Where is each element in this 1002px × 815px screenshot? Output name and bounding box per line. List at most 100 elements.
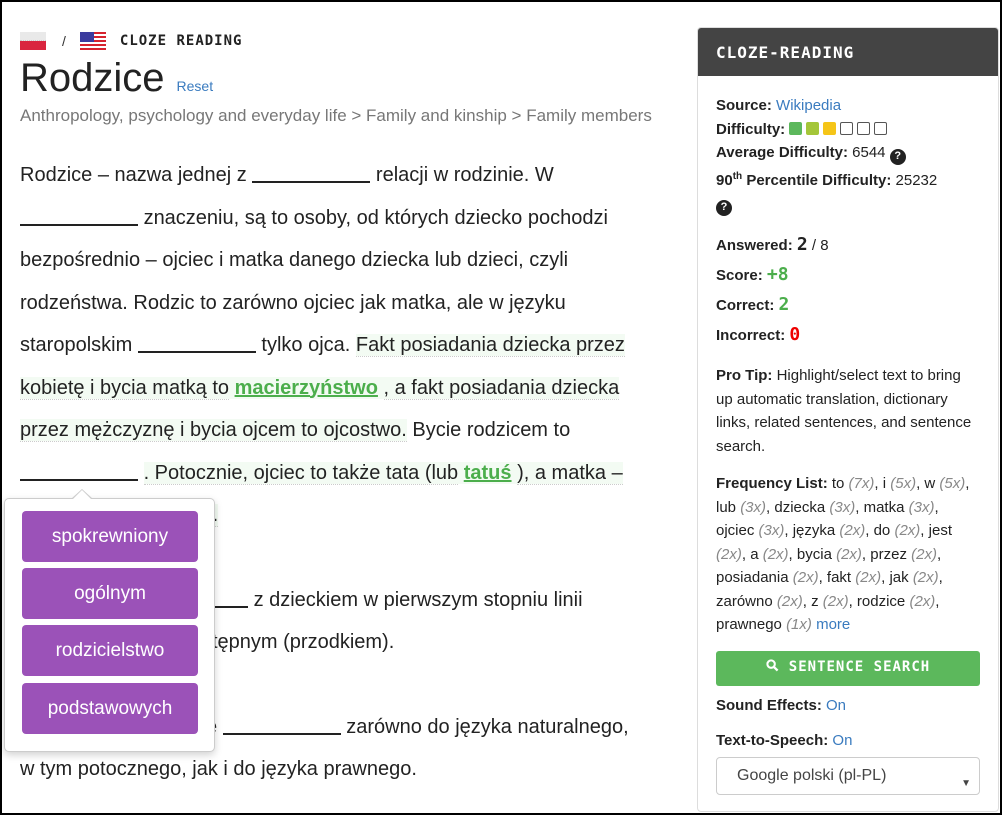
reset-link[interactable]: Reset [177,78,214,94]
cloze-blank-2[interactable] [20,204,138,226]
language-separator: / [62,33,66,49]
source-row: Source: Wikipedia [716,94,980,118]
frequency-count: (2x) [762,545,789,563]
avg-difficulty-value: 6544 [852,144,886,161]
breadcrumb-top: / CLOZE READING [20,32,242,50]
frequency-word[interactable]: w [924,475,939,492]
choice-button[interactable]: ogólnym [22,568,198,619]
tts-row: Text-to-Speech: On [716,729,980,753]
score-label: Score: [716,267,763,284]
tts-toggle[interactable]: On [832,732,852,749]
answered-row: Answered: 2 / 8 [716,230,980,260]
highlighted-sentence[interactable]: . Potocznie, ojciec to także tata (lub t… [143,461,623,485]
avg-difficulty-label: Average Difficulty: [716,144,848,161]
frequency-word[interactable]: lub [716,499,740,516]
text-segment: ), a matka – [517,461,623,485]
page-title: Rodzice [20,56,165,100]
frequency-word[interactable]: jest [929,522,952,539]
frequency-word[interactable]: prawnego [716,616,786,633]
score-value: +8 [766,264,789,285]
difficulty-square-empty [874,121,888,135]
usa-flag-icon [79,32,106,50]
help-icon[interactable]: ? [716,200,732,216]
voice-selected-value: Google polski (pl-PL) [737,766,887,784]
frequency-word[interactable]: przez [870,546,911,563]
frequency-word[interactable]: ojciec [716,522,759,539]
frequency-word[interactable]: to [832,475,849,492]
frequency-word[interactable]: rodzice [857,593,910,610]
frequency-count: (2x) [836,545,862,563]
correct-row: Correct: 2 [716,290,980,320]
difficulty-square-empty [857,121,871,135]
frequency-count: (2x) [839,522,866,539]
frequency-count: (1x) [786,616,812,633]
frequency-count: (2x) [716,545,742,563]
text-segment: zarówno do języka naturalnego, [346,715,629,738]
frequency-count: (7x) [848,475,875,492]
text-segment: w tym potocznego, jak i do języka prawne… [20,758,417,780]
search-icon [766,656,779,680]
frequency-word[interactable]: jak [889,569,912,586]
sidebar-title: CLOZE-READING [698,28,998,76]
pro-tip: Pro Tip: Highlight/select text to bring … [716,364,980,458]
sound-effects-toggle[interactable]: On [826,697,846,714]
text-segment: tylko ojca. [261,334,351,356]
frequency-word[interactable]: do [874,522,895,539]
more-link[interactable]: more [816,616,850,633]
choice-button[interactable]: spokrewniony [22,511,198,562]
cloze-blank-4-active[interactable] [20,459,138,481]
percentile-suffix: th [732,170,743,182]
pro-tip-label: Pro Tip: [716,367,773,384]
text-segment: relacji w rodzinie. W [375,164,554,186]
frequency-count: (2x) [912,569,939,586]
answered-label: Answered: [716,237,793,254]
cloze-blank-3[interactable] [137,331,256,353]
sound-effects-row: Sound Effects: On [716,694,980,718]
sidebar-panel: CLOZE-READING Source: Wikipedia Difficul… [697,27,999,812]
difficulty-square-empty [840,121,854,135]
incorrect-row: Incorrect: 0 [716,320,980,350]
frequency-count: (5x) [939,475,966,492]
source-link[interactable]: Wikipedia [776,97,841,114]
frequency-count: (3x) [829,498,856,516]
frequency-word[interactable]: z [811,593,823,610]
frequency-count: (3x) [908,498,935,516]
sound-effects-label: Sound Effects: [716,696,822,714]
answered-value: 2 [796,234,808,255]
frequency-list-label: Frequency List: [716,475,828,492]
cloze-blank-6[interactable] [222,713,341,735]
frequency-count: (2x) [909,592,936,610]
category-path: Anthropology, psychology and everyday li… [20,106,652,125]
voice-select[interactable]: Google polski (pl-PL) ▼ [716,756,980,795]
frequency-word[interactable]: dziecka [774,499,829,516]
frequency-count: (2x) [911,545,937,563]
choice-button[interactable]: rodzicielstwo [22,625,198,676]
score-row: Score: +8 [716,260,980,290]
frequency-count: (5x) [890,475,917,492]
percentile-value: 25232 [895,171,938,189]
frequency-word[interactable]: bycia [797,546,836,563]
answered-word[interactable]: tatuś [464,462,512,484]
text-segment: z dzieckiem w pierwszym stopniu linii [253,588,583,611]
choice-button[interactable]: podstawowych [22,683,198,734]
cloze-blank-1[interactable] [252,161,371,183]
frequency-word[interactable]: zarówno [716,593,777,610]
answer-choices-popover: spokrewniony ogólnym rodzicielstwo podst… [4,489,215,752]
answered-word[interactable]: macierzyństwo [235,377,378,399]
chevron-down-icon: ▼ [961,777,971,789]
answered-total: / 8 [811,237,829,254]
frequency-word[interactable]: fakt [827,569,855,586]
poland-flag-icon [20,32,46,50]
help-icon[interactable]: ? [889,148,906,165]
mode-title: CLOZE READING [119,33,243,49]
popover-arrow [71,489,93,500]
frequency-word[interactable]: posiadania [716,569,793,586]
frequency-word[interactable]: matka [864,499,909,516]
frequency-word[interactable]: języka [793,522,840,539]
paragraph-1: Rodzice – nazwa jednej z relacji w rodzi… [20,154,665,537]
source-label: Source: [716,97,772,114]
sentence-search-button[interactable]: SENTENCE SEARCH [716,650,980,686]
frequency-word[interactable]: a [750,546,763,563]
avg-difficulty-row: Average Difficulty: 6544 ? [716,141,980,165]
correct-value: 2 [778,294,790,315]
